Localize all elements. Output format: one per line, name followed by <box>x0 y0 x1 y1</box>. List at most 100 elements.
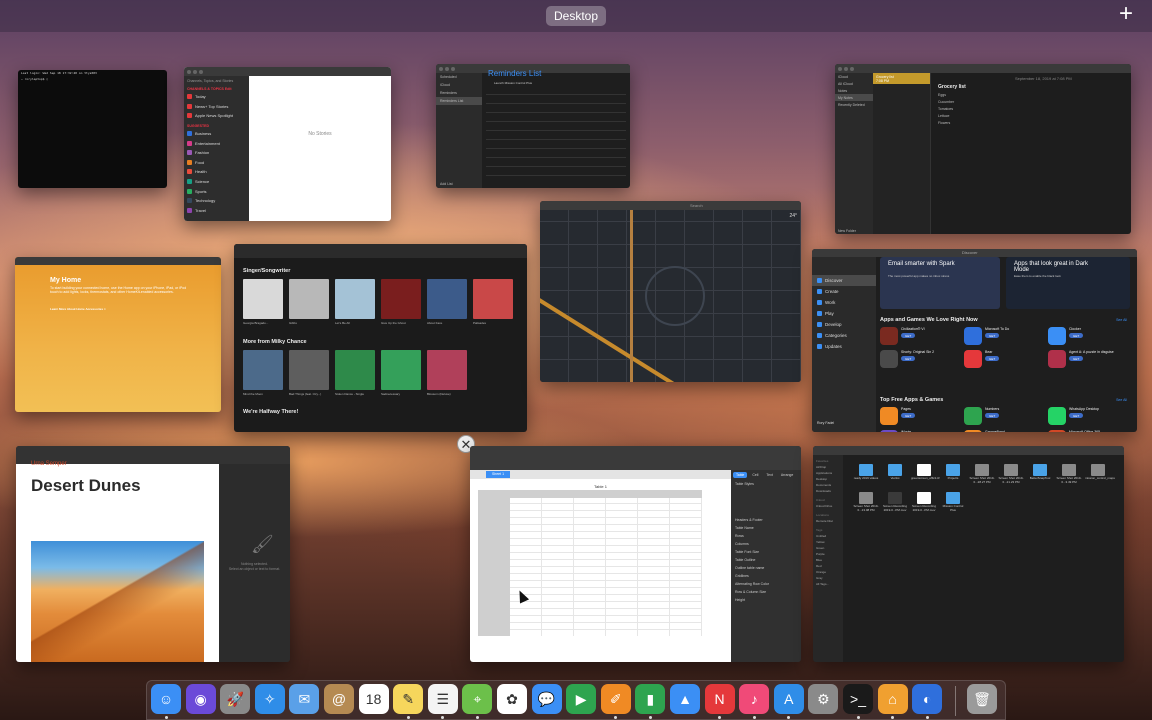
app-store-nav-develop[interactable]: Develop <box>812 319 876 330</box>
news-suggested-item[interactable]: Science <box>184 177 249 187</box>
messages-icon[interactable]: 💬 <box>531 684 562 714</box>
notes-icon[interactable]: ✎ <box>393 684 424 714</box>
finder-file[interactable]: Screen Shot 2019-0...3.49 PM <box>1056 464 1082 484</box>
finder-file[interactable]: ready 2019 videos <box>853 464 879 481</box>
news-suggested-item[interactable]: Business <box>184 129 249 139</box>
app-store-app[interactable]: Microsoft Office 365GET <box>1048 430 1119 432</box>
album-artwork[interactable] <box>289 279 329 319</box>
inspector-tab[interactable]: Arrange <box>778 472 796 478</box>
maps-icon[interactable]: ⌖ <box>462 684 493 714</box>
app-store-nav-categories[interactable]: Categories <box>812 330 876 341</box>
reminders-add-list[interactable]: Add List <box>436 180 457 188</box>
home-icon[interactable]: ⌂ <box>877 684 908 714</box>
finder-file[interactable]: BetterSnapTool <box>1027 464 1053 481</box>
maps-window[interactable]: Search 24° <box>540 201 801 382</box>
album-artwork[interactable] <box>427 350 467 390</box>
system-preferences-icon[interactable]: ⚙ <box>808 684 839 714</box>
news-edit-button[interactable]: Edit <box>225 87 232 91</box>
app-store-app[interactable]: Microsoft To Do GET <box>964 327 1035 345</box>
home-window[interactable]: My Home To start building your connected… <box>15 257 221 412</box>
get-button[interactable]: GET <box>1069 356 1084 361</box>
inspector-tab[interactable]: Text <box>763 472 775 478</box>
get-button[interactable]: GET <box>901 413 916 418</box>
finder-file[interactable]: Screen Shot 2019-0...28.27 PM <box>969 464 995 484</box>
mail-icon[interactable]: ✉ <box>289 684 320 714</box>
inspector-tab[interactable]: Table <box>733 472 748 478</box>
app-store-app[interactable]: Agent A: A puzzle in disguise GET <box>1048 350 1119 368</box>
app-store-nav-updates[interactable]: Updates <box>812 341 876 352</box>
app-store-banner[interactable]: Email smarter with Spark The most powerfu… <box>880 257 1000 309</box>
numbers-window[interactable]: Sheet 1 Table 1 Table Cell Text Arrange Tab… <box>470 446 801 662</box>
finder-file[interactable]: Vectist <box>882 464 908 481</box>
album-artwork[interactable] <box>289 350 329 390</box>
home-learn-more-link[interactable]: Learn More About Home Accessories > <box>50 307 106 311</box>
app-store-app[interactable]: Civilization® VI GET <box>880 327 951 345</box>
app-store-app[interactable]: Pages GET <box>880 407 951 425</box>
finder-sidebar-item[interactable]: Remote Disc <box>813 518 843 524</box>
app-store-see-all[interactable]: See All <box>1116 318 1127 322</box>
news-suggested-item[interactable]: Fashion <box>184 148 249 158</box>
reminders-icon[interactable]: ☰ <box>427 684 458 714</box>
news-item[interactable]: Today <box>184 92 249 102</box>
inspector-tab[interactable]: Cell <box>749 472 761 478</box>
note-body[interactable]: Grocery list Eggs Cucumber Tomatoes Lett… <box>935 82 969 126</box>
app-store-nav-work[interactable]: Work <box>812 297 876 308</box>
news-suggested-item[interactable]: Entertainment <box>184 138 249 148</box>
reminders-sidebar-item[interactable]: Scheduled <box>436 73 482 81</box>
album-artwork[interactable] <box>381 279 421 319</box>
album-artwork[interactable] <box>243 279 283 319</box>
app-store-icon[interactable]: A <box>773 684 804 714</box>
news-search[interactable]: Channels, Topics, and Stories <box>184 76 249 84</box>
app-store-nav-play[interactable]: Play <box>812 308 876 319</box>
album-artwork[interactable] <box>243 350 283 390</box>
finder-icon[interactable]: ☺ <box>151 684 181 714</box>
finder-file[interactable]: greenscreen_efficit.tif <box>911 464 939 481</box>
get-button[interactable]: GET <box>985 333 1000 338</box>
numbers-icon[interactable]: ▮ <box>635 684 666 714</box>
finder-file[interactable]: mission_control_maps <box>1085 464 1115 481</box>
news-suggested-item[interactable]: Health <box>184 167 249 177</box>
news-suggested-item[interactable]: Sports <box>184 186 249 196</box>
app-store-window[interactable]: Discover Discover Create Work Play Develop Ca… <box>812 249 1137 432</box>
app-store-app[interactable]: Shorty: Original Sin 2 GET <box>880 350 951 368</box>
notes-folder[interactable]: All iCloud <box>835 80 873 87</box>
siri-icon[interactable]: ◉ <box>185 684 216 714</box>
album-artwork[interactable] <box>335 279 375 319</box>
finder-window[interactable]: Favorites AirDrop Applications Desktop Docum… <box>813 446 1124 662</box>
add-space-button[interactable]: + <box>1114 2 1138 27</box>
safari-icon[interactable]: ✧ <box>254 684 285 714</box>
music-icon[interactable]: ♪ <box>739 684 770 714</box>
reminders-window[interactable]: Scheduled iCloud Reminders Reminders Lis… <box>436 64 630 188</box>
news-suggested-item[interactable]: Travel <box>184 206 249 216</box>
album-artwork[interactable] <box>473 279 513 319</box>
news-window[interactable]: Channels, Topics, and Stories CHANNELS &… <box>184 67 391 221</box>
pages-icon[interactable]: ✐ <box>600 684 631 714</box>
app-store-app[interactable]: Clocker GET <box>1048 327 1119 345</box>
launchpad-icon[interactable]: 🚀 <box>220 684 251 714</box>
news-icon[interactable]: N <box>704 684 735 714</box>
finder-file[interactable]: Mission Control Plus <box>940 492 966 512</box>
keynote-icon[interactable]: ▲ <box>670 684 700 714</box>
album-artwork[interactable] <box>335 350 375 390</box>
album-artwork[interactable] <box>427 279 467 319</box>
photos-icon[interactable]: ✿ <box>497 684 527 714</box>
document-photo-desert[interactable] <box>31 541 204 662</box>
finder-file[interactable]: Screen Recording 2019-0...PM.mov <box>911 492 937 512</box>
finder-file[interactable]: Screen Recording 2019-0...PM.mov <box>882 492 908 512</box>
trash-icon[interactable]: 🗑 <box>967 684 997 714</box>
numbers-sheet[interactable]: Sheet 1 Table 1 <box>470 470 731 662</box>
reminders-sidebar-item[interactable]: Reminders <box>436 89 482 97</box>
reminders-sidebar-item[interactable]: Reminders List <box>436 97 482 105</box>
app-store-app[interactable]: iMovieGET <box>880 430 951 432</box>
app-store-app[interactable]: Bear GET <box>964 350 1035 368</box>
get-button[interactable]: GET <box>985 356 1000 361</box>
mission-control-plus-icon[interactable]: ◐ <box>912 684 943 714</box>
get-button[interactable]: GET <box>985 413 1000 418</box>
note-list-item[interactable]: Grocery list 7:08 PM <box>873 73 930 84</box>
get-button[interactable]: GET <box>901 356 916 361</box>
notes-window[interactable]: iCloud All iCloud Notes My Notes Recentl… <box>835 64 1131 234</box>
reminder-item[interactable]: Launch Mission Control Plus <box>494 81 532 85</box>
maps-search[interactable]: Search <box>690 203 703 208</box>
notes-folder[interactable]: My Notes <box>835 94 873 101</box>
notes-new-folder[interactable]: New Folder <box>835 227 859 234</box>
